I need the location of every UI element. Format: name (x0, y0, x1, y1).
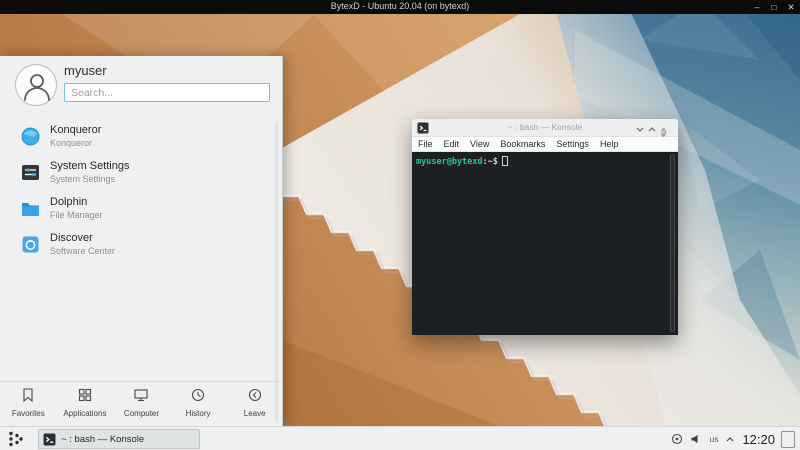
close-icon[interactable]: × (661, 122, 673, 134)
menu-help[interactable]: Help (600, 139, 619, 149)
terminal-scrollbar[interactable] (670, 154, 675, 332)
list-item-discover[interactable]: Discover Software Center (0, 228, 283, 264)
volume-icon[interactable] (690, 433, 702, 445)
menu-view[interactable]: View (470, 139, 489, 149)
app-description: System Settings (50, 174, 115, 184)
network-icon[interactable] (671, 433, 683, 445)
menu-settings[interactable]: Settings (556, 139, 589, 149)
taskbar-task-konsole[interactable]: ~ : bash — Konsole (38, 429, 200, 449)
tab-favorites[interactable]: Favorites (0, 382, 57, 426)
list-item-konqueror[interactable]: Konqueror Konqueror (0, 120, 283, 156)
monitor-icon (133, 387, 149, 403)
user-name: myuser (64, 63, 107, 78)
konsole-menubar: File Edit View Bookmarks Settings Help (412, 137, 678, 152)
leave-icon (247, 387, 263, 403)
tab-leave[interactable]: Leave (226, 382, 283, 426)
system-tray: us 12:20 (671, 427, 800, 450)
list-item-dolphin[interactable]: Dolphin File Manager (0, 192, 283, 228)
maximize-icon[interactable]: □ (769, 0, 779, 14)
shell-prompt: myuser@bytexd:~$ (416, 156, 508, 167)
kde-launcher-icon (7, 430, 25, 448)
close-icon[interactable]: ✕ (786, 0, 796, 14)
menu-bookmarks[interactable]: Bookmarks (500, 139, 545, 149)
app-grid-icon (77, 387, 93, 403)
app-name: System Settings (50, 160, 129, 172)
tab-applications[interactable]: Applications (57, 382, 114, 426)
task-label: ~ : bash — Konsole (61, 434, 144, 445)
minimize-icon[interactable] (634, 122, 646, 134)
terminal-area[interactable]: myuser@bytexd:~$ (412, 152, 678, 335)
tray-expand-icon[interactable] (725, 435, 735, 443)
konsole-window: ~ : bash — Konsole × File Edit View Book… (412, 119, 678, 335)
app-name: Dolphin (50, 196, 87, 208)
app-name: Discover (50, 232, 93, 244)
application-launcher-button[interactable] (0, 427, 34, 450)
vm-window-controls: – □ ✕ (752, 0, 796, 14)
prompt-user-host: myuser@bytexd (416, 157, 483, 167)
konsole-icon (43, 433, 56, 446)
user-icon (16, 65, 58, 107)
digital-clock[interactable]: 12:20 (742, 432, 775, 447)
app-description: File Manager (50, 210, 103, 220)
maximize-icon[interactable] (646, 122, 658, 134)
vm-title: BytexD - Ubuntu 20.04 (on bytexd) (0, 1, 800, 11)
launcher-tab-bar: Favorites Applications Computer (0, 381, 283, 426)
discover-icon (20, 234, 41, 255)
minimize-icon[interactable]: – (752, 0, 762, 14)
menu-file[interactable]: File (418, 139, 433, 149)
taskbar-panel: ~ : bash — Konsole us 12:20 (0, 426, 800, 450)
launcher-header: myuser (0, 56, 283, 116)
app-description: Konqueror (50, 138, 92, 148)
keyboard-layout-indicator[interactable]: us (709, 434, 718, 444)
search-input[interactable] (64, 83, 270, 102)
terminal-cursor (502, 156, 508, 166)
tab-history[interactable]: History (170, 382, 227, 426)
dolphin-folder-icon (20, 198, 41, 219)
application-launcher-panel: myuser Konqueror Konqueror System Settin… (0, 56, 283, 426)
launcher-scrollbar[interactable] (275, 122, 278, 422)
clock-icon (190, 387, 206, 403)
favorites-list: Konqueror Konqueror System Settings Syst… (0, 120, 283, 264)
app-description: Software Center (50, 246, 115, 256)
system-settings-icon (20, 162, 41, 183)
vm-titlebar[interactable]: BytexD - Ubuntu 20.04 (on bytexd) – □ ✕ (0, 0, 800, 14)
menu-edit[interactable]: Edit (444, 139, 460, 149)
tab-computer[interactable]: Computer (113, 382, 170, 426)
list-item-system-settings[interactable]: System Settings System Settings (0, 156, 283, 192)
app-name: Konqueror (50, 124, 101, 136)
user-avatar[interactable] (15, 64, 57, 106)
konqueror-icon (20, 126, 41, 147)
prompt-suffix: :~$ (483, 157, 498, 167)
bookmark-icon (20, 387, 36, 403)
konsole-titlebar[interactable]: ~ : bash — Konsole × (412, 119, 678, 137)
show-desktop-button[interactable] (781, 431, 795, 448)
